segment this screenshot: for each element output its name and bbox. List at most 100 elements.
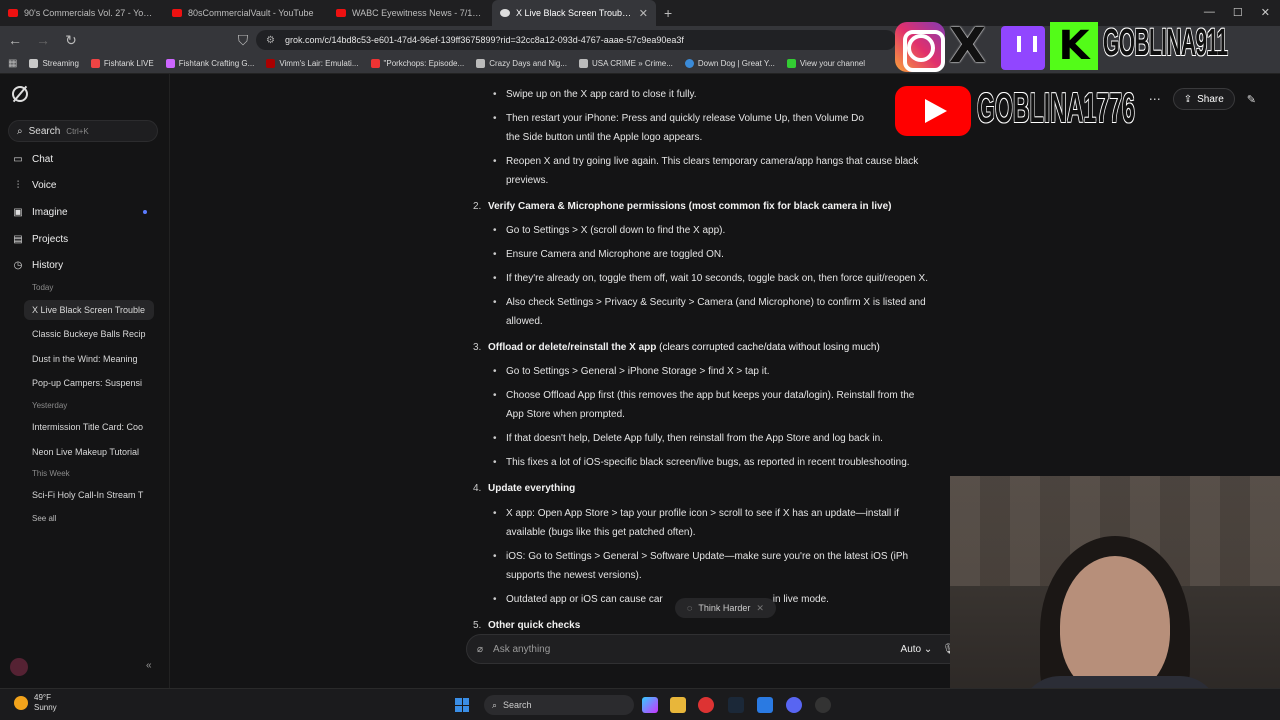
section-number: 3.	[473, 342, 482, 353]
list-item: X app: Open App Store > tap your profile…	[493, 504, 986, 523]
search-icon: ⌕	[17, 125, 23, 137]
sidebar-item-imagine[interactable]: ▣ Imagine	[12, 207, 67, 218]
section-heading: 5. Other quick checks	[473, 616, 988, 635]
tab-x-live-troubleshoot[interactable]: X Live Black Screen Troubleshoot ✕	[492, 0, 656, 26]
bookmark-item[interactable]: Vimm's Lair: Emulati...	[266, 59, 359, 68]
page-icon	[579, 59, 588, 68]
close-tab-icon[interactable]: ✕	[639, 7, 648, 20]
see-all-link[interactable]: See all	[32, 514, 56, 523]
steam-icon[interactable]	[728, 697, 744, 713]
avatar[interactable]	[10, 658, 28, 676]
list-item-continuation: supports the newest versions).	[506, 570, 642, 581]
copilot-icon[interactable]	[642, 697, 658, 713]
tab-90s-commercials[interactable]: 90's Commercials Vol. 27 - YouTube	[0, 0, 164, 26]
dismiss-icon[interactable]: ✕	[756, 603, 764, 614]
fishtank-icon	[165, 59, 175, 68]
start-button-icon[interactable]	[455, 698, 469, 712]
reload-icon[interactable]: ↻	[64, 32, 78, 49]
list-item-text: in live mode.	[772, 594, 829, 605]
maximize-icon[interactable]: ☐	[1233, 6, 1243, 19]
tab-label: X Live Black Screen Troubleshoot	[516, 8, 633, 18]
list-item-text: Outdated app or iOS can cause car	[506, 594, 663, 605]
sun-icon	[14, 696, 28, 710]
discord-icon[interactable]	[786, 697, 802, 713]
list-item: If they're already on, toggle them off, …	[493, 269, 986, 288]
folder-icon	[29, 59, 39, 68]
site-info-icon[interactable]: ⚙	[266, 35, 275, 46]
bookmark-item[interactable]: Down Dog | Great Y...	[684, 59, 775, 68]
think-harder-button[interactable]: ◌ Think Harder ✕	[675, 598, 776, 618]
vimm-icon	[266, 59, 276, 68]
file-explorer-icon[interactable]	[670, 697, 686, 713]
browser-icon[interactable]	[698, 697, 714, 713]
history-section-this-week: This Week	[32, 469, 70, 478]
bookmark-icon[interactable]: ⛉	[236, 32, 250, 49]
sidebar-item-history[interactable]: ◷ History	[12, 260, 64, 271]
bookmark-item[interactable]: Fishtank Crafting G...	[165, 59, 254, 68]
bookmark-item[interactable]: "Porkchops: Episode...	[370, 59, 464, 68]
attach-icon[interactable]: ⌀	[477, 644, 483, 655]
bookmark-label: Crazy Days and Nig...	[489, 59, 567, 68]
bookmark-item[interactable]: USA CRIME » Crime...	[579, 59, 673, 68]
collapse-sidebar-icon[interactable]: «	[146, 660, 152, 671]
search-icon: ⌕	[492, 699, 498, 710]
bookmark-item[interactable]: Streaming	[29, 59, 79, 68]
address-bar[interactable]: ⚙ grok.com/c/14bd8c53-e601-47d4-96ef-139…	[256, 30, 896, 50]
apps-icon[interactable]: ▦	[8, 58, 17, 69]
bookmark-item[interactable]: Fishtank LIVE	[90, 59, 154, 68]
close-window-icon[interactable]: ✕	[1261, 6, 1270, 19]
bookmark-item[interactable]: Crazy Days and Nig...	[476, 59, 567, 68]
tab-label: 80sCommercialVault - YouTube	[188, 8, 314, 18]
projects-icon: ▤	[13, 234, 23, 245]
obs-icon[interactable]	[815, 697, 831, 713]
history-item[interactable]: Intermission Title Card: Coo	[24, 417, 154, 437]
search-input[interactable]: ⌕ Search Ctrl+K	[8, 120, 158, 142]
composer: ⌀ Auto ⌄ 🎙	[466, 634, 966, 664]
list-item-continuation: App Store when prompted.	[506, 409, 625, 420]
section-title: Offload or delete/reinstall the X app	[488, 342, 657, 353]
history-item[interactable]: Pop-up Campers: Suspensi	[24, 373, 154, 393]
sidebar-item-projects[interactable]: ▤ Projects	[12, 234, 68, 245]
bookmark-label: Down Dog | Great Y...	[697, 59, 775, 68]
history-item[interactable]: Neon Live Makeup Tutorial	[24, 442, 154, 462]
bookmark-label: View your channel	[799, 59, 866, 68]
grok-logo-icon[interactable]	[12, 86, 28, 102]
youtube-favicon-icon	[336, 9, 346, 17]
youtube-logo-icon	[895, 86, 971, 136]
taskbar-search[interactable]: ⌕ Search	[484, 695, 634, 715]
share-button[interactable]: ⇪ Share	[1172, 88, 1235, 110]
weather-widget[interactable]: 49°F Sunny	[14, 693, 57, 713]
search-label: Search	[28, 125, 61, 137]
history-item[interactable]: Dust in the Wind: Meaning	[24, 349, 154, 369]
history-item[interactable]: Sci-Fi Holy Call-In Stream T	[24, 485, 154, 505]
history-item[interactable]: Classic Buckeye Balls Recip	[24, 324, 154, 344]
notepad-icon[interactable]	[757, 697, 773, 713]
ask-input[interactable]	[493, 643, 891, 655]
down-dog-icon	[684, 59, 694, 68]
youtube-favicon-icon	[8, 9, 18, 17]
model-label: Auto	[900, 643, 922, 655]
bookmark-label: USA CRIME » Crime...	[592, 59, 673, 68]
webcam-feed	[950, 476, 1280, 720]
model-selector[interactable]: Auto ⌄	[901, 644, 933, 655]
history-item[interactable]: X Live Black Screen Trouble	[24, 300, 154, 320]
tab-wabc-news[interactable]: WABC Eyewitness News - 7/14/77 - Y	[328, 0, 492, 26]
forward-icon[interactable]: →	[36, 32, 50, 48]
history-section-today: Today	[32, 283, 54, 292]
window-controls: — ☐ ✕	[1204, 6, 1270, 19]
list-item: If that doesn't help, Delete App fully, …	[493, 429, 986, 448]
bookmark-item[interactable]: View your channel	[786, 59, 866, 68]
sidebar-item-chat[interactable]: ▭ Chat	[12, 154, 53, 165]
minimize-icon[interactable]: —	[1204, 6, 1215, 19]
section-number: 4.	[473, 483, 482, 494]
new-tab-button[interactable]: +	[656, 5, 680, 21]
weather-text: 49°F Sunny	[34, 693, 57, 713]
new-chat-icon[interactable]: ✎	[1247, 93, 1256, 106]
tab-80s-commercial-vault[interactable]: 80sCommercialVault - YouTube	[164, 0, 328, 26]
weather-temp: 49°F	[34, 693, 51, 702]
back-icon[interactable]: ←	[8, 32, 22, 48]
sidebar-item-voice[interactable]: ⫶ Voice	[12, 180, 57, 191]
sidebar-item-label: History	[32, 260, 64, 271]
list-item-continuation: allowed.	[506, 316, 543, 327]
sidebar-item-label: Voice	[32, 180, 57, 191]
